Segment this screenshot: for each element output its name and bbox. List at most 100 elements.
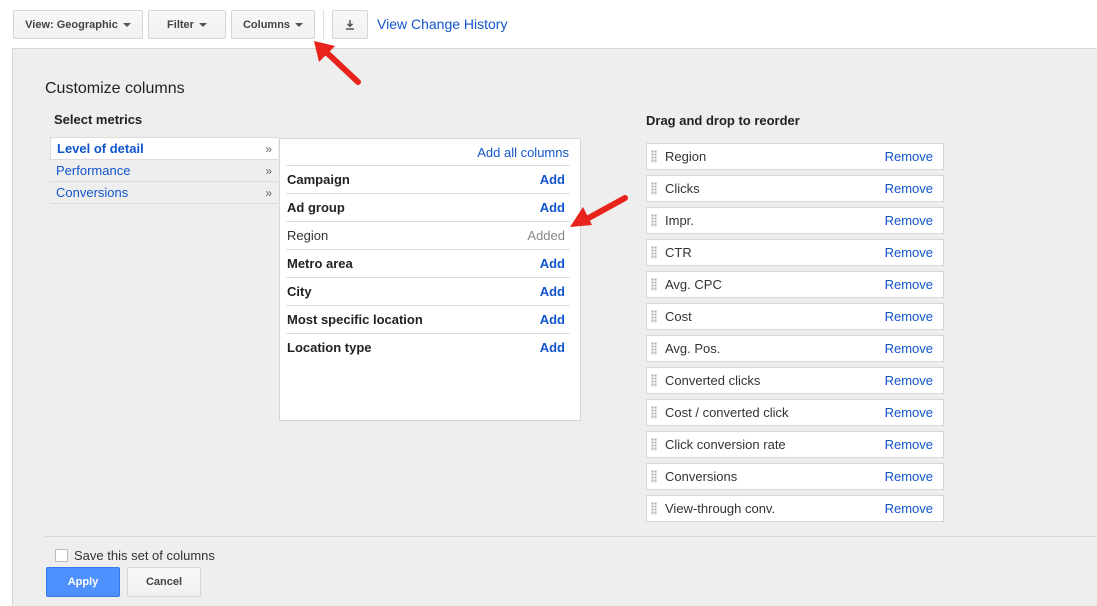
drag-handle-icon[interactable] [651,470,657,483]
selected-column-name: Converted clicks [665,373,761,388]
selected-column-name: View-through conv. [665,501,776,516]
selected-column-item[interactable]: CTR Remove [646,239,944,266]
metric-category-label: Level of detail [57,141,144,156]
selected-column-item[interactable]: Cost / converted click Remove [646,399,944,426]
selected-column-name: Clicks [665,181,700,196]
metric-row: Region Added [286,221,570,249]
drag-handle-icon[interactable] [651,182,657,195]
selected-column-item[interactable]: Cost Remove [646,303,944,330]
selected-column-item[interactable]: View-through conv. Remove [646,495,944,522]
metric-added-status: Added [527,228,565,243]
remove-column-link[interactable]: Remove [885,501,933,516]
double-chevron-right-icon: » [265,163,272,178]
toolbar-divider [323,10,324,39]
metric-categories: Level of detail » Performance » Conversions » [50,137,278,204]
remove-column-link[interactable]: Remove [885,437,933,452]
drag-handle-icon[interactable] [651,246,657,259]
panel-title: Customize columns [45,80,185,97]
drag-handle-icon[interactable] [651,406,657,419]
remove-column-link[interactable]: Remove [885,277,933,292]
customize-columns-panel: Customize columns Select metrics Drag an… [12,48,1097,606]
metric-name: Most specific location [287,312,423,327]
selected-columns-list: Region Remove Clicks Remove Impr. Remove CTR Re… [646,143,944,527]
remove-column-link[interactable]: Remove [885,213,933,228]
drag-handle-icon[interactable] [651,438,657,451]
metric-category-item[interactable]: Conversions » [50,182,278,204]
selected-column-name: Avg. Pos. [665,341,721,356]
drag-handle-icon[interactable] [651,374,657,387]
metric-row: Most specific location Add [286,305,570,333]
metric-category-label: Conversions [56,185,129,200]
metric-name: Campaign [287,172,350,187]
metric-category-label: Performance [56,163,131,178]
remove-column-link[interactable]: Remove [885,245,933,260]
metric-row: Ad group Add [286,193,570,221]
selected-column-name: CTR [665,245,692,260]
selected-column-item[interactable]: Impr. Remove [646,207,944,234]
cancel-button[interactable]: Cancel [127,567,201,597]
metric-row: Campaign Add [286,165,570,193]
reorder-heading: Drag and drop to reorder [646,113,800,128]
apply-button[interactable]: Apply [46,567,120,597]
metric-row: Metro area Add [286,249,570,277]
add-metric-link[interactable]: Add [540,172,565,187]
download-button[interactable] [332,10,368,39]
filter-dropdown-label: Filter [167,18,194,31]
drag-handle-icon[interactable] [651,150,657,163]
selected-column-item[interactable]: Clicks Remove [646,175,944,202]
selected-column-name: Click conversion rate [665,437,786,452]
drag-handle-icon[interactable] [651,214,657,227]
add-all-columns-link[interactable]: Add all columns [477,145,569,160]
selected-column-name: Conversions [665,469,738,484]
metric-category-item[interactable]: Performance » [50,160,278,182]
save-set-checkbox[interactable] [55,549,68,562]
chevron-down-icon [198,22,207,27]
drag-handle-icon[interactable] [651,310,657,323]
selected-column-item[interactable]: Region Remove [646,143,944,170]
add-metric-link[interactable]: Add [540,256,565,271]
columns-dropdown-label: Columns [242,18,291,31]
remove-column-link[interactable]: Remove [885,373,933,388]
metric-category-item[interactable]: Level of detail » [50,137,278,160]
metric-name: City [287,284,312,299]
selected-column-name: Cost / converted click [665,405,789,420]
view-dropdown-button[interactable]: View: Geographic [13,10,143,39]
remove-column-link[interactable]: Remove [885,181,933,196]
divider [45,536,1097,537]
metric-name: Ad group [287,200,345,215]
add-metric-link[interactable]: Add [540,340,565,355]
drag-handle-icon[interactable] [651,278,657,291]
add-metric-link[interactable]: Add [540,200,565,215]
remove-column-link[interactable]: Remove [885,149,933,164]
chevron-down-icon [295,22,304,27]
remove-column-link[interactable]: Remove [885,341,933,356]
selected-column-item[interactable]: Avg. Pos. Remove [646,335,944,362]
select-metrics-heading: Select metrics [54,112,143,127]
remove-column-link[interactable]: Remove [885,405,933,420]
filter-dropdown-button[interactable]: Filter [148,10,226,39]
metrics-list: Add all columns Campaign Add Ad group Add Re… [279,138,581,421]
view-change-history-link[interactable]: View Change History [377,16,507,32]
metrics-list-header: Add all columns [280,139,580,165]
annotation-arrow-icon [570,195,628,227]
selected-column-item[interactable]: Converted clicks Remove [646,367,944,394]
metric-row: Location type Add [286,333,570,361]
remove-column-link[interactable]: Remove [885,309,933,324]
columns-dropdown-button[interactable]: Columns [231,10,315,39]
selected-column-item[interactable]: Avg. CPC Remove [646,271,944,298]
remove-column-link[interactable]: Remove [885,469,933,484]
chevron-down-icon [122,22,131,27]
view-dropdown-label: View: Geographic [25,18,118,31]
metric-row: City Add [286,277,570,305]
add-metric-link[interactable]: Add [540,312,565,327]
metric-name: Location type [287,340,372,355]
metric-name: Region [287,228,329,243]
download-icon [346,19,354,30]
drag-handle-icon[interactable] [651,342,657,355]
selected-column-item[interactable]: Click conversion rate Remove [646,431,944,458]
selected-column-item[interactable]: Conversions Remove [646,463,944,490]
double-chevron-right-icon: » [265,141,272,156]
add-metric-link[interactable]: Add [540,284,565,299]
drag-handle-icon[interactable] [651,502,657,515]
selected-column-name: Cost [665,309,692,324]
